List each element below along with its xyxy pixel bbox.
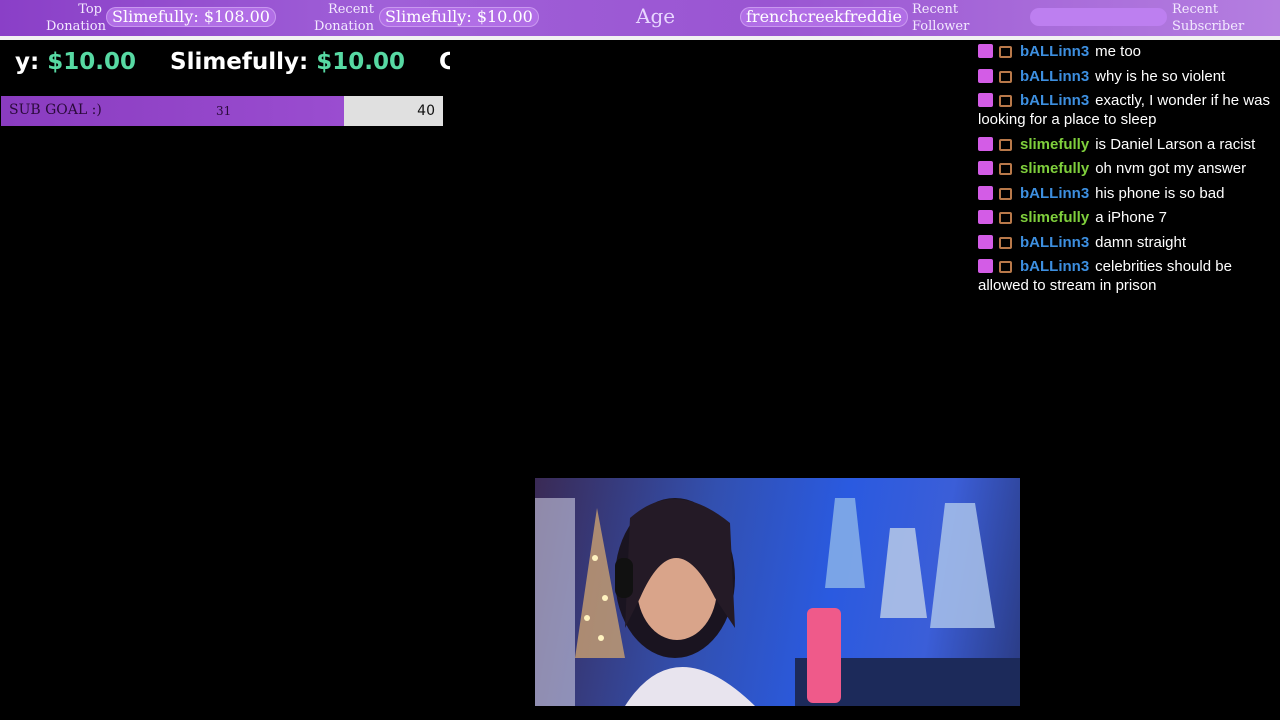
recent-follower-label: Recent Follower [912, 1, 969, 35]
chat-message: slimefully oh nvm got my answer [978, 159, 1276, 178]
ticker-item: Slimefully: $10.00 [170, 44, 405, 80]
recent-subscriber-label-line1: Recent [1172, 2, 1219, 17]
chat-username: bALLinn3 [1020, 92, 1090, 109]
sub-badge-icon [999, 95, 1012, 107]
recent-follower-label-line2: Follower [912, 19, 970, 34]
chat-message: bALLinn3 his phone is so bad [978, 184, 1276, 203]
webcam-feed [535, 478, 1020, 706]
donation-ticker: y: $10.00 Slimefully: $10.00 Cl [0, 44, 450, 80]
recent-donation-label-line1: Recent [327, 2, 374, 17]
chat-text: is Daniel Larson a racist [1095, 135, 1256, 153]
first-badge-icon [978, 210, 993, 224]
sub-badge-icon [999, 46, 1012, 58]
first-badge-icon [978, 136, 993, 151]
chat-message: bALLinn3 damn straight [978, 233, 1276, 252]
ticker-donor-name: Slimefully: [170, 49, 309, 75]
chat-overlay: bALLinn3 me too bALLinn3 why is he so viole… [978, 42, 1276, 301]
first-badge-icon [978, 161, 993, 175]
sub-badge-icon [999, 236, 1012, 249]
top-donation-value: Slimefully: $108.00 [106, 7, 276, 27]
chat-message: slimefully a iPhone 7 [978, 208, 1276, 227]
ticker-item: Cl [439, 44, 450, 80]
recent-follower-label-line1: Recent [912, 2, 959, 17]
recent-donation-value: Slimefully: $10.00 [379, 7, 539, 27]
recent-donation-label-line2: Donation [314, 19, 374, 34]
chat-text: his phone is so bad [1095, 184, 1225, 202]
sub-goal-current: 31 [216, 104, 232, 118]
sub-goal-label: SUB GOAL :) [9, 102, 102, 118]
sub-badge-icon [999, 70, 1012, 83]
recent-subscriber-value [1030, 8, 1167, 26]
chat-username: bALLinn3 [1020, 258, 1090, 275]
recent-follower-value: frenchcreekfreddie [740, 7, 908, 27]
top-donation-label: Top Donation [46, 1, 106, 35]
recent-subscriber-label: Recent Subscriber [1172, 1, 1244, 35]
chat-username: slimefully [1020, 135, 1090, 153]
first-badge-icon [978, 68, 993, 83]
chat-message: bALLinn3 why is he so violent [978, 67, 1276, 86]
sub-badge-icon [999, 212, 1012, 224]
ticker-donation-amount: $10.00 [316, 49, 406, 75]
stream-info-bar: Top Donation Slimefully: $108.00 Recent … [0, 0, 1280, 40]
first-badge-icon [978, 93, 993, 107]
first-badge-icon [978, 44, 993, 58]
ticker-donor-name: y: [15, 49, 40, 75]
ticker-donor-name: Cl [439, 49, 450, 75]
age-label: Age [636, 4, 676, 28]
chat-message: bALLinn3 me too [978, 42, 1276, 61]
chat-username: bALLinn3 [1020, 184, 1090, 202]
chat-text: damn straight [1095, 233, 1187, 251]
first-badge-icon [978, 185, 993, 200]
chat-username: bALLinn3 [1020, 43, 1090, 60]
sub-badge-icon [999, 163, 1012, 175]
chat-username: bALLinn3 [1020, 67, 1090, 85]
chat-username: slimefully [1020, 160, 1090, 177]
sub-badge-icon [999, 138, 1012, 151]
chat-message: slimefully is Daniel Larson a racist [978, 135, 1276, 154]
ticker-donation-amount: $10.00 [47, 49, 136, 75]
sub-goal-target: 40 [417, 103, 435, 119]
webcam-image [535, 498, 1020, 706]
ticker-item: y: $10.00 [15, 44, 136, 80]
sub-badge-icon [999, 187, 1012, 200]
first-badge-icon [978, 259, 993, 273]
chat-text: a iPhone 7 [1095, 209, 1167, 226]
first-badge-icon [978, 234, 993, 249]
chat-username: slimefully [1020, 209, 1090, 226]
chat-text: why is he so violent [1095, 67, 1226, 85]
chat-text: me too [1095, 43, 1142, 60]
chat-text: celebrities should be allowed to stream … [978, 258, 1232, 294]
top-donation-label-line1: Top [78, 2, 102, 17]
recent-subscriber-label-line2: Subscriber [1172, 19, 1245, 34]
chat-text: oh nvm got my answer [1095, 160, 1247, 177]
recent-donation-label: Recent Donation [306, 1, 374, 35]
sub-badge-icon [999, 261, 1012, 273]
chat-message: bALLinn3 exactly, I wonder if he was look… [978, 91, 1276, 129]
top-donation-label-line2: Donation [46, 19, 106, 34]
chat-message: bALLinn3 celebrities should be allowed to… [978, 257, 1276, 295]
chat-username: bALLinn3 [1020, 233, 1090, 251]
sub-goal-bar: SUB GOAL :) 31 40 [1, 96, 443, 126]
